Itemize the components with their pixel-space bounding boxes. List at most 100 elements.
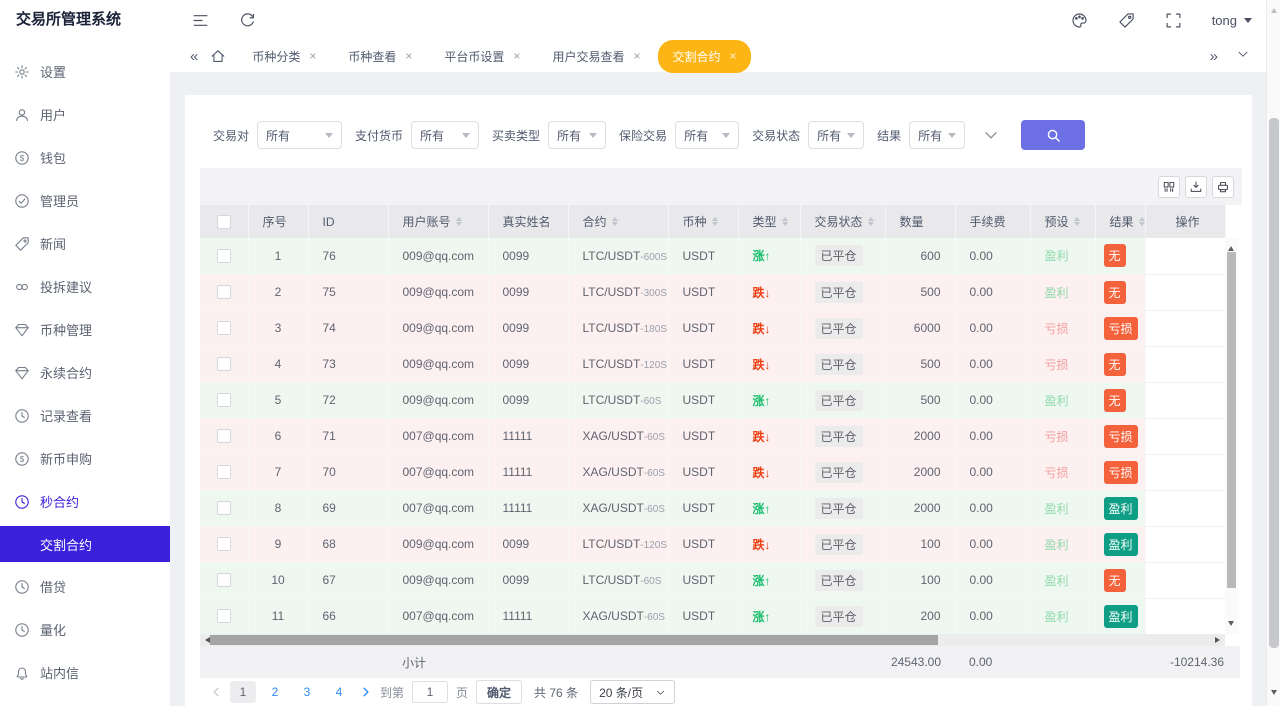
- col-header-label: 类型: [752, 215, 777, 229]
- tab-menu-chevron-icon[interactable]: [1236, 47, 1250, 66]
- sidebar-item-feedback[interactable]: 投拆建议: [0, 265, 170, 308]
- filter-select[interactable]: 所有: [548, 121, 607, 149]
- sort-icon[interactable]: [781, 214, 788, 229]
- filter-select-value: 所有: [557, 128, 582, 143]
- sidebar-item-messages[interactable]: 站内信: [0, 651, 170, 694]
- collapse-right-icon[interactable]: »: [1210, 49, 1218, 64]
- cell-coin: USDT: [668, 310, 738, 347]
- sidebar-item-second-contract[interactable]: 秒合约: [0, 480, 170, 523]
- contract-base: XAG/USDT: [582, 429, 644, 443]
- page-3[interactable]: 3: [294, 681, 320, 703]
- tab-币种查看[interactable]: 币种查看 ×: [334, 40, 426, 73]
- home-icon[interactable]: [210, 48, 226, 64]
- row-checkbox[interactable]: [216, 501, 231, 516]
- sort-icon[interactable]: [1073, 214, 1080, 229]
- sidebar-item-records[interactable]: 记录查看: [0, 394, 170, 437]
- window-scroll-thumb[interactable]: [1269, 118, 1279, 648]
- row-checkbox[interactable]: [216, 285, 231, 300]
- filter-select[interactable]: 所有: [909, 121, 966, 149]
- page-1[interactable]: 1: [230, 681, 256, 703]
- palette-icon[interactable]: [1071, 12, 1088, 29]
- table-vertical-scrollbar[interactable]: [1225, 238, 1238, 634]
- row-checkbox[interactable]: [216, 393, 231, 408]
- contract-base: XAG/USDT: [582, 609, 644, 623]
- sidebar-item-users[interactable]: 用户: [0, 93, 170, 136]
- print-button[interactable]: [1212, 175, 1234, 198]
- header-row: 序号 ID 用户账号 真实姓名 合约 币种 类型 交易状态 数量 手续费 预设 结果 操作: [200, 205, 1226, 238]
- row-checkbox[interactable]: [216, 249, 231, 264]
- row-checkbox[interactable]: [216, 609, 231, 624]
- search-button[interactable]: [1021, 120, 1086, 150]
- filter-select[interactable]: 所有: [257, 121, 343, 149]
- tab-close-icon[interactable]: ×: [405, 50, 412, 62]
- horizontal-scroll-thumb[interactable]: [210, 635, 938, 645]
- sidebar-item-wallet[interactable]: $ 钱包: [0, 136, 170, 179]
- column-settings-button[interactable]: [1158, 175, 1180, 198]
- tab-close-icon[interactable]: ×: [513, 50, 520, 62]
- row-checkbox[interactable]: [216, 573, 231, 588]
- scroll-down-arrow-icon[interactable]: [1228, 621, 1234, 629]
- page-4[interactable]: 4: [326, 681, 352, 703]
- cell-fee: 0.00: [955, 490, 1030, 527]
- confirm-button[interactable]: 确定: [476, 680, 523, 704]
- page-2[interactable]: 2: [262, 681, 288, 703]
- filter-select[interactable]: 所有: [808, 121, 865, 149]
- sort-icon[interactable]: [711, 214, 718, 229]
- sidebar-item-perpetual[interactable]: 永续合约: [0, 351, 170, 394]
- goto-page-input[interactable]: [412, 681, 449, 703]
- sort-icon[interactable]: [867, 214, 874, 229]
- sidebar-item-coin-manage[interactable]: 币种管理: [0, 308, 170, 351]
- table-row: 5 72 009@qq.com 0099 LTC/USDT-60S USDT 涨↑ 已平仓 50…: [200, 382, 1225, 419]
- sort-icon[interactable]: [611, 214, 618, 229]
- row-checkbox[interactable]: [216, 465, 231, 480]
- page-size-select[interactable]: 20 条/页: [590, 680, 676, 704]
- cell-qty: 100: [885, 562, 955, 599]
- sidebar-item-quant[interactable]: 量化: [0, 608, 170, 651]
- chevron-down-icon[interactable]: [982, 126, 1000, 144]
- tab-close-icon[interactable]: ×: [309, 50, 316, 62]
- row-checkbox[interactable]: [216, 321, 231, 336]
- refresh-icon[interactable]: [239, 12, 256, 29]
- scroll-up-arrow-icon[interactable]: [1228, 243, 1234, 251]
- row-checkbox[interactable]: [216, 357, 231, 372]
- next-page-icon[interactable]: [360, 686, 372, 698]
- row-checkbox[interactable]: [216, 537, 231, 552]
- sort-icon[interactable]: [455, 214, 462, 229]
- col-header-coin: 币种: [668, 205, 739, 238]
- sidebar-item-admins[interactable]: 管理员: [0, 179, 170, 222]
- tag-icon[interactable]: [1118, 12, 1135, 29]
- sidebar-item-delivery-contract[interactable]: 交割合约: [0, 526, 170, 562]
- filter-select[interactable]: 所有: [675, 121, 740, 149]
- menu-fold-icon[interactable]: [192, 12, 209, 29]
- cell-account: 009@qq.com: [388, 238, 488, 275]
- sidebar-item-settings[interactable]: 设置: [0, 50, 170, 93]
- select-all-checkbox[interactable]: [216, 214, 231, 229]
- table-horizontal-scrollbar[interactable]: [200, 634, 1225, 646]
- sidebar-item-lending[interactable]: 借贷: [0, 565, 170, 608]
- tab-平台币设置[interactable]: 平台币设置 ×: [430, 40, 534, 73]
- tab-用户交易查看[interactable]: 用户交易查看 ×: [538, 40, 654, 73]
- window-scroll-up-icon[interactable]: [1270, 5, 1277, 13]
- table-wrap: 序号 ID 用户账号 真实姓名 合约 币种 类型 交易状态 数量 手续费 预设 结果 操作 1 76 009…: [200, 205, 1238, 635]
- sort-icon[interactable]: [1138, 214, 1144, 229]
- collapse-left-icon[interactable]: «: [190, 49, 198, 64]
- sidebar-item-new-coin[interactable]: $ 新币申购: [0, 437, 170, 480]
- tab-close-icon[interactable]: ×: [633, 50, 640, 62]
- window-scroll-down-icon[interactable]: [1270, 690, 1277, 698]
- fullscreen-icon[interactable]: [1165, 12, 1182, 29]
- tab-交割合约[interactable]: 交割合约 ×: [658, 39, 751, 73]
- cell-select: [200, 562, 248, 599]
- export-button[interactable]: [1185, 175, 1207, 198]
- sidebar-item-news[interactable]: 新闻: [0, 222, 170, 265]
- filter-select[interactable]: 所有: [411, 121, 480, 149]
- prev-page-icon[interactable]: [210, 686, 222, 698]
- tab-币种分类[interactable]: 币种分类 ×: [238, 40, 330, 73]
- row-checkbox[interactable]: [216, 429, 231, 444]
- vertical-scroll-thumb[interactable]: [1227, 252, 1236, 588]
- scroll-left-arrow-icon[interactable]: [202, 636, 210, 643]
- scroll-right-arrow-icon[interactable]: [1215, 636, 1223, 643]
- cell-contract: LTC/USDT-180S: [568, 310, 668, 347]
- window-scrollbar[interactable]: [1266, 0, 1280, 706]
- user-menu[interactable]: tong: [1212, 13, 1252, 28]
- tab-close-icon[interactable]: ×: [729, 50, 736, 62]
